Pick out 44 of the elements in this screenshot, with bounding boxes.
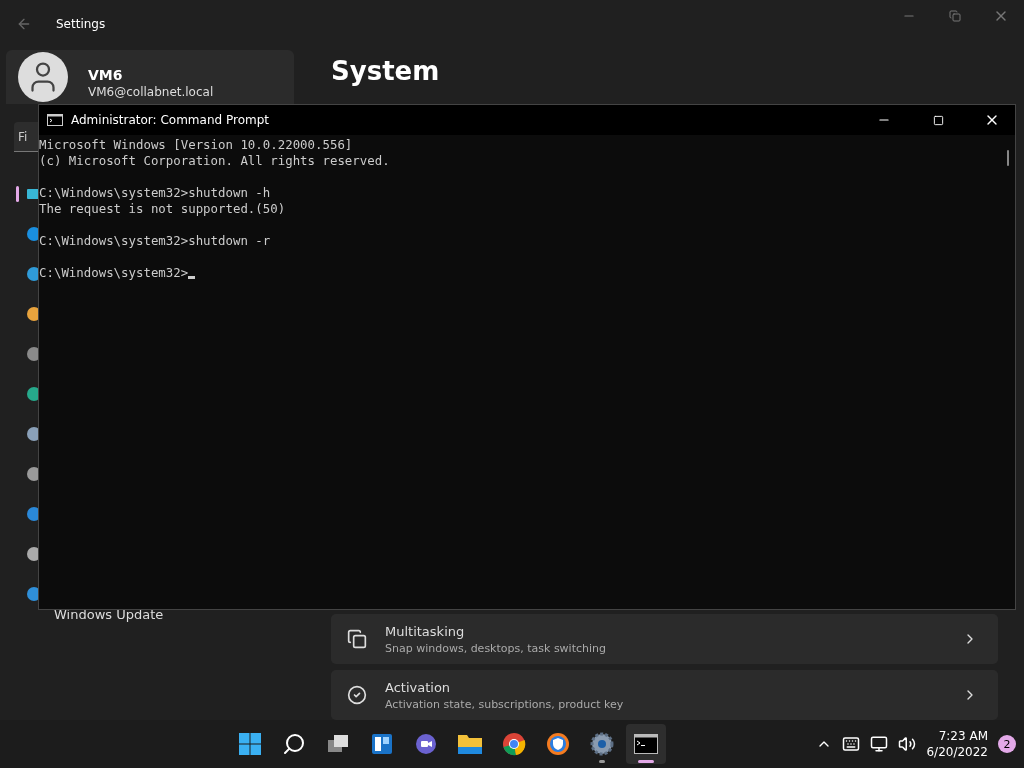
settings-card[interactable]: Activation Activation state, subscriptions, product key [331,670,998,720]
console-line: C:\Windows\system32>shutdown -r [39,233,271,249]
volume-icon[interactable] [898,735,917,753]
terminal-icon [634,734,659,754]
scrollbar-thumb[interactable] [1007,150,1009,166]
card-subtitle: Snap windows, desktops, task switching [385,641,607,655]
avatar-icon [18,52,68,102]
console-line: C:\Windows\system32>shutdown -h [39,185,271,201]
window-title: Administrator: Command Prompt [71,113,269,127]
network-icon[interactable] [870,735,889,753]
keyboard-icon[interactable] [842,735,861,753]
profile-email: VM6@collabnet.local [88,85,214,100]
taskbar-app-button[interactable] [626,724,667,764]
console-line: (c) Microsoft Corporation. All rights reserved. [39,153,390,169]
window-title: Settings [56,17,106,31]
clock-date[interactable]: 6/20/2022 [926,744,988,760]
console-line: C:\Windows\system32> [39,265,189,281]
sidebar-item[interactable]: Windows Update [54,606,164,622]
text-cursor [188,276,196,279]
card-title: Multitasking [385,623,466,639]
windows-logo-icon [238,732,263,756]
console-line: The request is not supported.(50) [39,201,286,217]
page-title: System [331,56,441,86]
profile-card[interactable]: VM6 VM6@collabnet.local [6,50,294,104]
check-circle-icon [347,685,367,705]
console-icon [47,114,63,126]
notification-badge[interactable]: 2 [998,735,1016,753]
widgets-icon [370,732,395,756]
restore-icon [949,10,961,22]
gear-icon [590,732,615,756]
card-subtitle: Activation state, subscriptions, product key [385,697,625,711]
windows-stack-icon [347,629,367,649]
maximize-icon [932,114,944,126]
chat-icon [414,732,439,756]
settings-card[interactable]: Multitasking Snap windows, desktops, task switching [331,614,998,664]
console-line: Microsoft Windows [Version 10.0.22000.556] [39,137,353,153]
profile-name: VM6 [88,68,124,83]
shield-browser-icon [546,732,571,756]
card-title: Activation [385,679,452,695]
folder-icon [457,732,484,756]
clock-time[interactable]: 7:23 AM [938,728,988,744]
search-field[interactable]: Fi [14,122,38,152]
search-icon [282,732,307,756]
chrome-icon [502,732,527,756]
